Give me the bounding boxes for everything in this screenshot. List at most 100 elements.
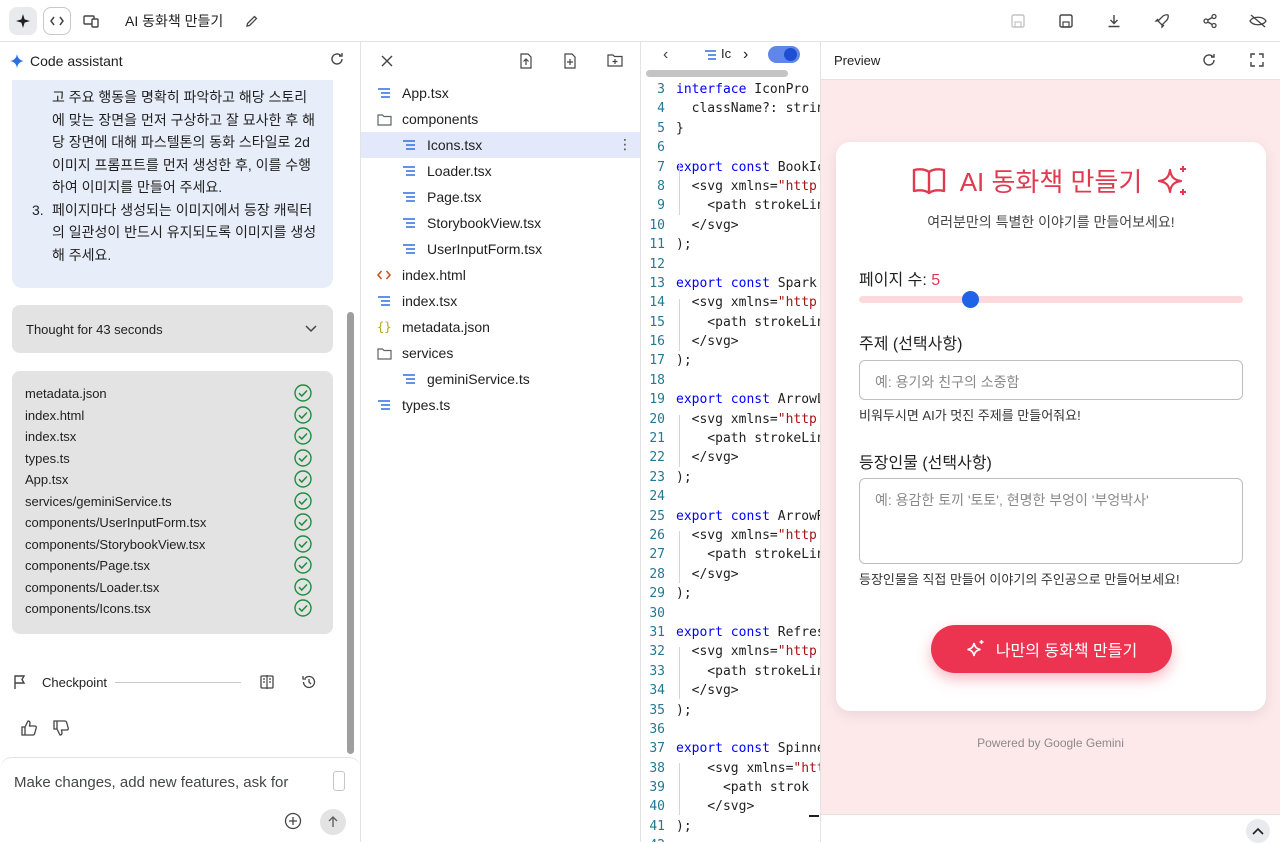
topic-input[interactable]: 예: 용기와 친구의 소중함 bbox=[859, 360, 1243, 400]
thought-label: Thought for 43 seconds bbox=[26, 321, 163, 337]
file-tree-item[interactable]: index.html bbox=[361, 262, 640, 288]
deploy-rocket-icon[interactable] bbox=[1148, 7, 1176, 35]
file-tree-item[interactable]: geminiService.ts bbox=[361, 366, 640, 392]
line-number: 26 bbox=[649, 527, 665, 543]
line-number: 24 bbox=[649, 489, 665, 505]
code-line: 14 <svg xmlns="http: bbox=[641, 293, 820, 312]
create-storybook-button[interactable]: 나만의 동화책 만들기 bbox=[931, 625, 1172, 673]
add-attachment-icon[interactable] bbox=[284, 812, 302, 835]
upload-file-icon[interactable] bbox=[519, 53, 533, 74]
cursor-mark bbox=[809, 815, 819, 817]
line-number: 39 bbox=[649, 780, 665, 796]
file-tree-item[interactable]: Loader.tsx bbox=[361, 158, 640, 184]
reload-icon[interactable] bbox=[1202, 53, 1216, 72]
hide-icon[interactable] bbox=[1244, 7, 1272, 35]
save-as-icon[interactable] bbox=[1052, 7, 1080, 35]
folder-icon bbox=[376, 111, 392, 127]
code-editor[interactable]: ‹ Ic › 3 interface IconPro 4 className?: s… bbox=[641, 42, 821, 842]
code-line: 38 <svg xmlns="htt bbox=[641, 759, 820, 778]
chevron-right-icon[interactable]: › bbox=[743, 46, 748, 64]
line-number: 42 bbox=[641, 836, 665, 842]
code-string: "http: bbox=[777, 178, 821, 194]
file-tree-item[interactable]: {} metadata.json bbox=[361, 314, 640, 340]
code-text: </svg> bbox=[676, 216, 739, 235]
close-icon[interactable] bbox=[381, 54, 393, 72]
code-string: "http: bbox=[777, 527, 821, 543]
lines-icon bbox=[401, 137, 417, 153]
file-tree-item[interactable]: types.ts bbox=[361, 392, 640, 418]
thumbs-up-icon[interactable] bbox=[20, 719, 38, 737]
check-circle-icon bbox=[294, 491, 312, 513]
sparkle-button[interactable] bbox=[9, 6, 37, 35]
pages-slider[interactable] bbox=[859, 291, 1243, 308]
chevron-left-icon[interactable]: ‹ bbox=[663, 46, 668, 64]
code-line: 5} bbox=[641, 119, 684, 138]
characters-textarea[interactable]: 예: 용감한 토끼 '토토', 현명한 부엉이 '부엉박사' bbox=[859, 478, 1243, 564]
file-tree-item[interactable]: App.tsx bbox=[361, 80, 640, 106]
line-number: 38 bbox=[649, 760, 665, 776]
file-tree-item-label: index.html bbox=[402, 267, 466, 283]
thumbs-down-icon[interactable] bbox=[52, 719, 70, 737]
file-tree-item-label: metadata.json bbox=[402, 319, 490, 335]
thought-collapsible[interactable]: Thought for 43 seconds bbox=[12, 305, 333, 353]
code-rest: ArrowR bbox=[769, 508, 821, 524]
line-number: 14 bbox=[649, 295, 665, 311]
compare-icon[interactable] bbox=[259, 674, 275, 690]
code-rest: <svg xmlns= bbox=[676, 644, 778, 660]
assistant-scrollbar[interactable] bbox=[347, 312, 354, 754]
line-number: 37 bbox=[649, 741, 665, 757]
file-tree-item[interactable]: StorybookView.tsx bbox=[361, 210, 640, 236]
changed-file-row: types.ts bbox=[25, 448, 320, 470]
horizontal-scrollbar[interactable] bbox=[646, 70, 788, 77]
code-text: interface IconPro bbox=[676, 80, 809, 99]
code-text: className?: strin bbox=[676, 99, 820, 118]
code-text: export const BookIc bbox=[676, 158, 820, 177]
file-tree-item[interactable]: index.tsx bbox=[361, 288, 640, 314]
input-scrollbar[interactable] bbox=[333, 771, 345, 791]
changed-file-row: index.html bbox=[25, 405, 320, 427]
prompt-input[interactable]: Make changes, add new features, ask for bbox=[14, 774, 288, 791]
file-tree-item-label: StorybookView.tsx bbox=[427, 215, 542, 231]
app-heading: AI 동화책 만들기 bbox=[836, 162, 1266, 199]
code-rest: <svg xmlns= bbox=[676, 527, 778, 543]
history-icon[interactable] bbox=[301, 674, 317, 690]
new-folder-icon[interactable] bbox=[607, 53, 623, 72]
file-tree-item[interactable]: UserInputForm.tsx bbox=[361, 236, 640, 262]
send-button[interactable] bbox=[320, 809, 346, 835]
line-number: 12 bbox=[649, 256, 665, 272]
share-icon[interactable] bbox=[1196, 7, 1224, 35]
code-text: ); bbox=[676, 351, 692, 370]
code-view-button[interactable] bbox=[43, 6, 71, 35]
preview-toggle[interactable] bbox=[768, 46, 800, 63]
editor-tab-label[interactable]: Ic bbox=[721, 46, 731, 61]
line-number: 13 bbox=[649, 275, 665, 291]
expand-console-button[interactable] bbox=[1246, 819, 1270, 843]
line-number: 17 bbox=[649, 353, 665, 369]
file-tree-item-label: geminiService.ts bbox=[427, 371, 530, 387]
assistant-message: 고 주요 행동을 명확히 파악하고 해당 스토리 에 맞는 장면을 먼저 구상하… bbox=[12, 80, 333, 288]
changed-file-name: components/UserInputForm.tsx bbox=[25, 515, 207, 531]
download-icon[interactable] bbox=[1100, 7, 1128, 35]
fullscreen-icon[interactable] bbox=[1250, 53, 1264, 72]
new-file-icon[interactable] bbox=[563, 53, 577, 74]
more-options-icon[interactable]: ⋮ bbox=[618, 136, 632, 153]
file-tree-item[interactable]: Icons.tsx ⋮ bbox=[361, 132, 640, 158]
device-view-button[interactable] bbox=[77, 7, 105, 35]
save-icon[interactable] bbox=[1004, 7, 1032, 35]
app-heading-text: AI 동화책 만들기 bbox=[959, 167, 1143, 197]
changed-file-row: index.tsx bbox=[25, 426, 320, 448]
refresh-icon[interactable] bbox=[330, 52, 344, 71]
slider-handle[interactable] bbox=[962, 291, 980, 308]
code-line: 29); bbox=[641, 584, 691, 603]
prompt-input-area[interactable]: Make changes, add new features, ask for bbox=[0, 757, 361, 842]
file-tree-item[interactable]: components bbox=[361, 106, 640, 132]
lines-icon bbox=[376, 397, 392, 413]
code-rest: <svg xmlns= bbox=[676, 411, 778, 427]
file-tree-item[interactable]: Page.tsx bbox=[361, 184, 640, 210]
file-tree-item[interactable]: services bbox=[361, 340, 640, 366]
file-tree-item-label: components bbox=[402, 111, 479, 127]
edit-title-icon[interactable] bbox=[245, 14, 259, 28]
message-line: 의 일관성이 반드시 유지되도록 이미지를 생성 bbox=[52, 224, 317, 240]
check-circle-icon bbox=[294, 513, 312, 534]
line-number: 5 bbox=[657, 120, 665, 136]
